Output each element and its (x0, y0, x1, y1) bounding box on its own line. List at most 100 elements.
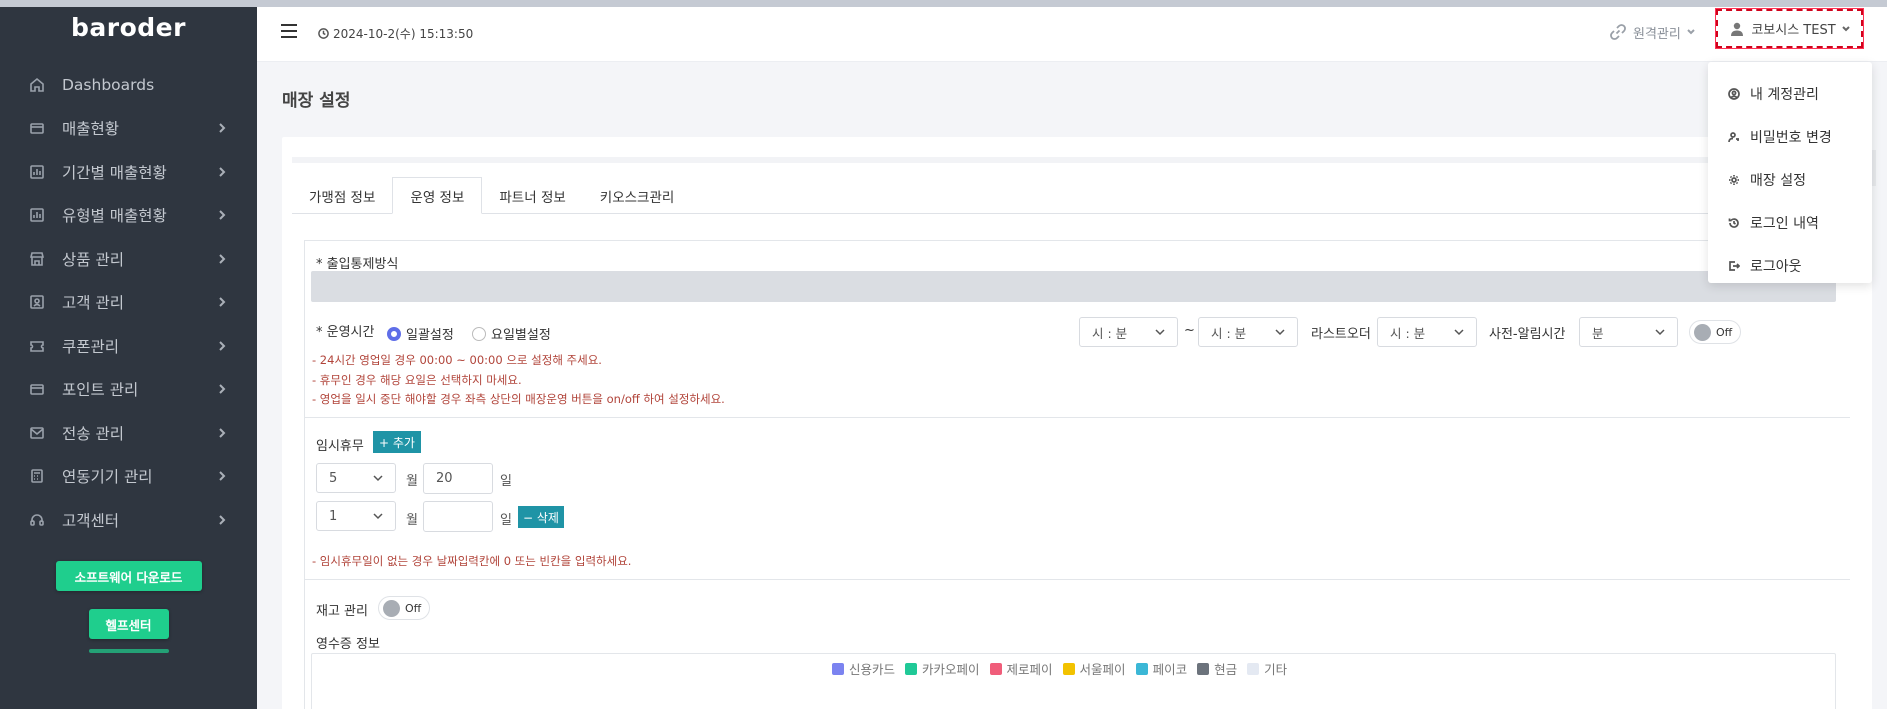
page-title: 매장 설정 (282, 91, 351, 111)
sidebar-item-coupons[interactable]: 쿠폰관리 (0, 324, 257, 368)
sidebar-item-customers[interactable]: 고객 관리 (0, 281, 257, 325)
holiday-day-input[interactable] (423, 463, 493, 494)
settings-card: 가맹점 정보 운영 정보 파트너 정보 키오스크관리 * 출입통제방식 * 운영… (282, 137, 1872, 709)
close-time-select[interactable]: 시 : 분 (1198, 317, 1298, 347)
radio-bulk-setting[interactable]: 일괄설정 (387, 324, 454, 343)
stock-management-toggle[interactable]: Off (378, 596, 431, 620)
sidebar-item-period-sales[interactable]: 기간별 매출현황 (0, 150, 257, 194)
user-dropdown-menu: 내 계정관리 비밀번호 변경 매장 설정 로그인 내역 로그아웃 (1708, 62, 1872, 283)
scroll-edge (1872, 150, 1876, 186)
radio-label: 요일별설정 (491, 328, 551, 343)
access-control-select[interactable] (311, 271, 1836, 302)
sidebar-item-label: 포인트 관리 (62, 381, 139, 400)
logout-icon (1729, 260, 1740, 271)
sidebar-item-label: 전송 관리 (62, 424, 124, 443)
chevron-right-icon (215, 208, 229, 222)
menu-item-store-settings[interactable]: 매장 설정 (1708, 158, 1872, 201)
select-value: 시 : 분 (1092, 325, 1128, 341)
day-unit: 일 (500, 513, 512, 528)
user-menu-button[interactable]: 코보시스 TEST (1715, 8, 1864, 49)
legend-item-seoulpay: 서울페이 (1062, 659, 1126, 678)
card-header-strip (292, 157, 1872, 163)
holiday-month-select[interactable]: 1 (316, 501, 396, 531)
menu-item-label: 비밀번호 변경 (1750, 129, 1832, 146)
bar-chart-icon (28, 163, 46, 181)
stock-management-label: 재고 관리 (316, 604, 368, 619)
main-content: 매장 설정 d 가맹점 정보 운영 정보 파트너 정보 키오스크관리 * 출입통… (257, 62, 1887, 709)
top-header: 2024-10-2(수) 15:13:50 원격관리 코보시스 TEST (257, 7, 1887, 62)
menu-item-logout[interactable]: 로그아웃 (1708, 244, 1872, 287)
tab-kiosk-management[interactable]: 키오스크관리 (583, 177, 692, 214)
toggle-label: Off (405, 601, 422, 615)
time-range-separator: ~ (1184, 323, 1195, 338)
delete-holiday-button[interactable]: − 삭제 (518, 506, 564, 528)
operating-hours-label: * 운영시간 (316, 325, 375, 340)
radio-unchecked-icon (472, 326, 486, 341)
add-holiday-button[interactable]: + 추가 (373, 431, 421, 453)
contact-icon (28, 293, 46, 311)
month-unit: 월 (406, 513, 418, 528)
operating-hours-notes: - 24시간 영업일 경우 00:00 ~ 00:00 으로 설정해 주세요. … (312, 351, 725, 410)
chevron-right-icon (215, 469, 229, 483)
month-unit: 월 (406, 474, 418, 489)
sidebar-item-sales[interactable]: 매출현황 (0, 107, 257, 151)
temp-holiday-label: 임시휴무 (316, 439, 364, 454)
pre-alert-select[interactable]: 분 (1579, 317, 1678, 347)
radio-weekday-setting[interactable]: 요일별설정 (472, 324, 551, 343)
menu-item-my-account[interactable]: 내 계정관리 (1708, 72, 1872, 115)
logo[interactable]: baroder (0, 7, 257, 47)
chevron-right-icon (215, 295, 229, 309)
legend-label: 기타 (1264, 662, 1288, 677)
sidebar-item-label: 고객 관리 (62, 294, 124, 313)
legend-label: 신용카드 (849, 662, 896, 677)
operation-panel: * 출입통제방식 * 운영시간 일괄설정 요일별설정 시 : 분 ~ 시: 분… (304, 240, 1872, 709)
pre-alert-toggle[interactable]: Off (1689, 320, 1742, 344)
tab-operation-info[interactable]: 운영 정보 (392, 177, 483, 214)
top-border (0, 0, 1887, 7)
chevron-down-icon (1155, 329, 1165, 336)
last-order-label: 라스트오더 (1311, 327, 1371, 342)
section-divider (305, 579, 1850, 580)
note-line: - 영업을 일시 중단 해야할 경우 좌측 상단의 매장운영 버튼을 on/of… (312, 392, 725, 406)
user-key-icon (1728, 131, 1739, 142)
radio-checked-icon (387, 326, 401, 341)
toggle-knob (1694, 323, 1711, 341)
tab-store-info[interactable]: 가맹점 정보 (292, 177, 392, 214)
menu-toggle-button[interactable] (277, 19, 301, 43)
legend-swatch (1247, 662, 1260, 675)
menu-item-login-history[interactable]: 로그인 내역 (1708, 201, 1872, 244)
sidebar-more-button[interactable] (88, 648, 169, 653)
menu-item-label: 내 계정관리 (1750, 86, 1819, 103)
menu-item-change-password[interactable]: 비밀번호 변경 (1708, 115, 1872, 158)
holiday-month-select[interactable]: 5 (316, 463, 396, 493)
legend-swatch (1062, 662, 1075, 675)
sidebar-item-support[interactable]: 고객센터 (0, 498, 257, 542)
sidebar-item-products[interactable]: 상품 관리 (0, 237, 257, 281)
sidebar-item-devices[interactable]: 연동기기 관리 (0, 455, 257, 499)
holiday-note: - 임시휴무일이 없는 경우 날짜입력칸에 0 또는 빈칸을 입력하세요. (312, 554, 632, 568)
open-time-select[interactable]: 시 : 분 (1079, 317, 1178, 347)
select-value: 시 : 분 (1390, 325, 1426, 341)
sidebar-item-messages[interactable]: 전송 관리 (0, 411, 257, 455)
remote-management-button[interactable]: 원격관리 (1609, 18, 1695, 46)
chevron-right-icon (215, 426, 229, 440)
help-center-button[interactable]: 헬프센터 (88, 608, 169, 639)
legend-swatch (905, 662, 918, 675)
legend-label: 카카오페이 (922, 662, 980, 677)
sidebar-item-dashboards[interactable]: Dashboards (0, 63, 257, 107)
bar-chart-icon (28, 206, 46, 224)
sidebar-item-points[interactable]: 포인트 관리 (0, 368, 257, 412)
holiday-day-input[interactable] (423, 501, 493, 532)
store-icon (28, 250, 46, 268)
select-value: 1 (329, 508, 338, 524)
chevron-down-icon (1841, 25, 1850, 31)
last-order-select[interactable]: 시 : 분 (1377, 317, 1477, 347)
tab-partner-info[interactable]: 파트너 정보 (482, 177, 582, 214)
legend-label: 현금 (1214, 662, 1238, 677)
software-download-button[interactable]: 소프트웨어 다운로드 (55, 560, 202, 591)
sidebar-item-label: 상품 관리 (62, 250, 124, 269)
sidebar-item-type-sales[interactable]: 유형별 매출현황 (0, 194, 257, 238)
chevron-down-icon (1275, 329, 1285, 336)
access-control-label: * 출입통제방식 (316, 257, 399, 272)
select-value: 시 : 분 (1211, 325, 1247, 341)
